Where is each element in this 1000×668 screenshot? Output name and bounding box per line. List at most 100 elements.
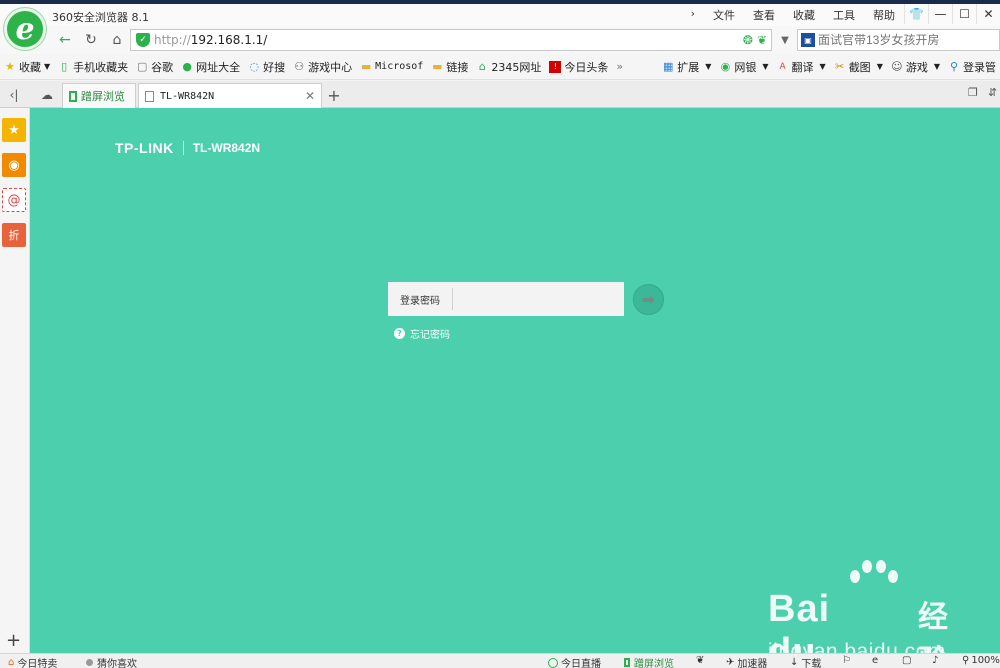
status-zoom[interactable]: ⚲ 100% [962, 655, 1000, 666]
tab-menu-icon[interactable]: ⇵ [988, 86, 997, 99]
split-view-icon [624, 658, 630, 667]
new-tab-button[interactable]: + [324, 85, 344, 105]
menu-favorites[interactable]: 收藏 [784, 7, 824, 23]
bank-icon: ◉ [720, 59, 731, 73]
download-icon: ↓ [790, 657, 799, 668]
status-download[interactable]: ↓ 下载 [790, 655, 821, 668]
bookmarks-right-tools: ▦ 扩展 ▼ ◉ 网银 ▼ A 翻译 ▼ ✂ 截图 ▼ ☺ 游戏 ▼ ⚲ 登录管 [658, 59, 1000, 75]
url-host: 192.168.1.1/ [190, 33, 268, 47]
tool-extensions[interactable]: ▦ 扩展 ▼ [658, 59, 715, 75]
status-split-view[interactable]: 蹭屏浏览 [624, 655, 674, 668]
page-icon [145, 90, 154, 102]
status-deals[interactable]: ⌂ 今日特卖 [8, 655, 57, 668]
address-bar-icons: ❂ ❦ [743, 33, 767, 47]
router-login-page: TP-LINK TL-WR842N 登录密码 ➡ ? 忘记密码 Bai du 经… [30, 108, 1000, 653]
tool-screenshot[interactable]: ✂ 截图 ▼ [830, 59, 887, 75]
maximize-button[interactable]: ☐ [952, 4, 976, 24]
split-view-icon [69, 90, 77, 102]
weibo-icon[interactable]: ◉ [2, 153, 26, 177]
toutiao-icon: ! [549, 60, 562, 73]
bookmark-haosou[interactable]: ◌ 好搜 [244, 59, 289, 75]
play-icon [548, 657, 558, 668]
watermark-url: jingyan.baidu.com [768, 640, 946, 653]
router-header: TP-LINK TL-WR842N [115, 140, 260, 156]
ie-icon[interactable]: e [872, 655, 878, 666]
window-icon[interactable]: ▢ [902, 655, 911, 666]
bookmark-mobile[interactable]: ▯ 手机收藏夹 [54, 59, 132, 75]
page-icon: ▢ [136, 59, 148, 73]
bookmark-hao123[interactable]: ● 网址大全 [177, 59, 244, 75]
forgot-password-link[interactable]: ? 忘记密码 [394, 326, 450, 341]
compat-mode-icon[interactable]: ❂ [743, 33, 753, 47]
bookmark-links[interactable]: ▬ 链接 [427, 59, 472, 75]
menu-expand-icon[interactable]: › [682, 7, 704, 23]
chevron-down-icon: ▼ [762, 62, 769, 71]
house-icon: ⌂ [478, 59, 486, 73]
chevron-down-icon: ▼ [933, 62, 940, 71]
tool-translate[interactable]: A 翻译 ▼ [773, 59, 830, 75]
zoom-icon: ⚲ [962, 655, 970, 666]
bookmark-games[interactable]: ⚇ 游戏中心 [289, 59, 356, 75]
folder-icon: ▬ [360, 59, 372, 73]
title-menu: › 文件 查看 收藏 工具 帮助 [682, 7, 904, 23]
menu-help[interactable]: 帮助 [864, 7, 904, 23]
favorites-star-icon[interactable]: ★ [2, 118, 26, 142]
tab-bar: ‹| ☁ 蹭屏浏览 TL-WR842N ✕ + ❐ ⇵ [0, 81, 1000, 108]
tool-games[interactable]: ☺ 游戏 ▼ [887, 59, 944, 75]
shirt-icon[interactable]: 👕 [904, 4, 928, 24]
search-input[interactable] [818, 33, 993, 47]
star-icon: ★ [5, 59, 15, 73]
status-recommend[interactable]: 猜你喜欢 [86, 655, 137, 668]
brand-divider [182, 141, 184, 155]
tab-router[interactable]: TL-WR842N ✕ [138, 83, 322, 108]
brand-logo: TP-LINK [115, 140, 174, 156]
chevron-down-icon: ▼ [876, 62, 883, 71]
search-box[interactable]: ▣ [797, 29, 1000, 51]
minimize-button[interactable]: — [928, 4, 952, 24]
leaf-icon[interactable]: ❦ [696, 655, 704, 666]
tool-login-manager[interactable]: ⚲ 登录管 [944, 59, 1000, 75]
tool-online-bank[interactable]: ◉ 网银 ▼ [715, 59, 772, 75]
bookmarks-bar: ★ 收藏 ▼ ▯ 手机收藏夹 ▢ 谷歌 ● 网址大全 ◌ 好搜 ⚇ 游戏中心 ▬ Microso… [0, 54, 1000, 80]
gamepad-icon: ⚇ [294, 59, 305, 73]
gift-icon: ⌂ [8, 657, 15, 668]
status-live[interactable]: 今日直播 [548, 655, 601, 668]
bookmark-toutiao[interactable]: ! 今日头条 [545, 59, 612, 75]
status-accelerator[interactable]: ✈ 加速器 [726, 655, 767, 668]
sidebar-toggle-button[interactable]: ‹| [3, 85, 25, 105]
bookmark-2345[interactable]: ⌂ 2345网址 [472, 59, 545, 75]
browser-logo-icon: e [4, 8, 46, 50]
tab-split-view[interactable]: 蹭屏浏览 [62, 83, 136, 108]
flag-icon[interactable]: ⚐ [842, 655, 851, 666]
menu-tools[interactable]: 工具 [824, 7, 864, 23]
menu-file[interactable]: 文件 [704, 7, 744, 23]
login-submit-button[interactable]: ➡ [633, 284, 664, 315]
volume-icon[interactable]: ♪ [932, 655, 938, 666]
password-field-container: 登录密码 [388, 282, 624, 316]
tab-close-icon[interactable]: ✕ [305, 89, 315, 103]
menu-view[interactable]: 查看 [744, 7, 784, 23]
password-label: 登录密码 [388, 288, 453, 310]
password-input[interactable] [453, 284, 624, 314]
home-button[interactable]: ⌂ [106, 29, 128, 51]
refresh-button[interactable]: ↻ [80, 29, 102, 51]
email-icon[interactable]: @ [2, 188, 26, 212]
left-sidebar: ★ ◉ @ 折 + [0, 108, 30, 653]
window-controls: 👕 — ☐ ✕ [904, 4, 1000, 24]
bookmarks-overflow-button[interactable]: » [612, 60, 627, 73]
search-engine-icon[interactable]: ▣ [801, 33, 815, 47]
speed-mode-icon[interactable]: ❦ [757, 33, 767, 47]
bookmark-microsoft[interactable]: ▬ Microsof [356, 59, 427, 73]
bookmark-google[interactable]: ▢ 谷歌 [132, 59, 177, 75]
back-button[interactable]: ← [54, 29, 76, 51]
close-button[interactable]: ✕ [976, 4, 1000, 24]
cloud-icon[interactable]: ☁ [36, 85, 58, 105]
dot-icon [86, 659, 93, 666]
restore-tabs-icon[interactable]: ❐ [968, 86, 978, 99]
bookmark-favorites[interactable]: ★ 收藏 ▼ [0, 59, 54, 75]
discount-icon[interactable]: 折 [2, 223, 26, 247]
search-icon: ◌ [249, 59, 259, 73]
sidebar-add-button[interactable]: + [6, 630, 21, 651]
address-dropdown-button[interactable]: ▼ [776, 29, 794, 51]
address-bar[interactable]: ✓ http:// 192.168.1.1/ ❂ ❦ [130, 29, 772, 51]
